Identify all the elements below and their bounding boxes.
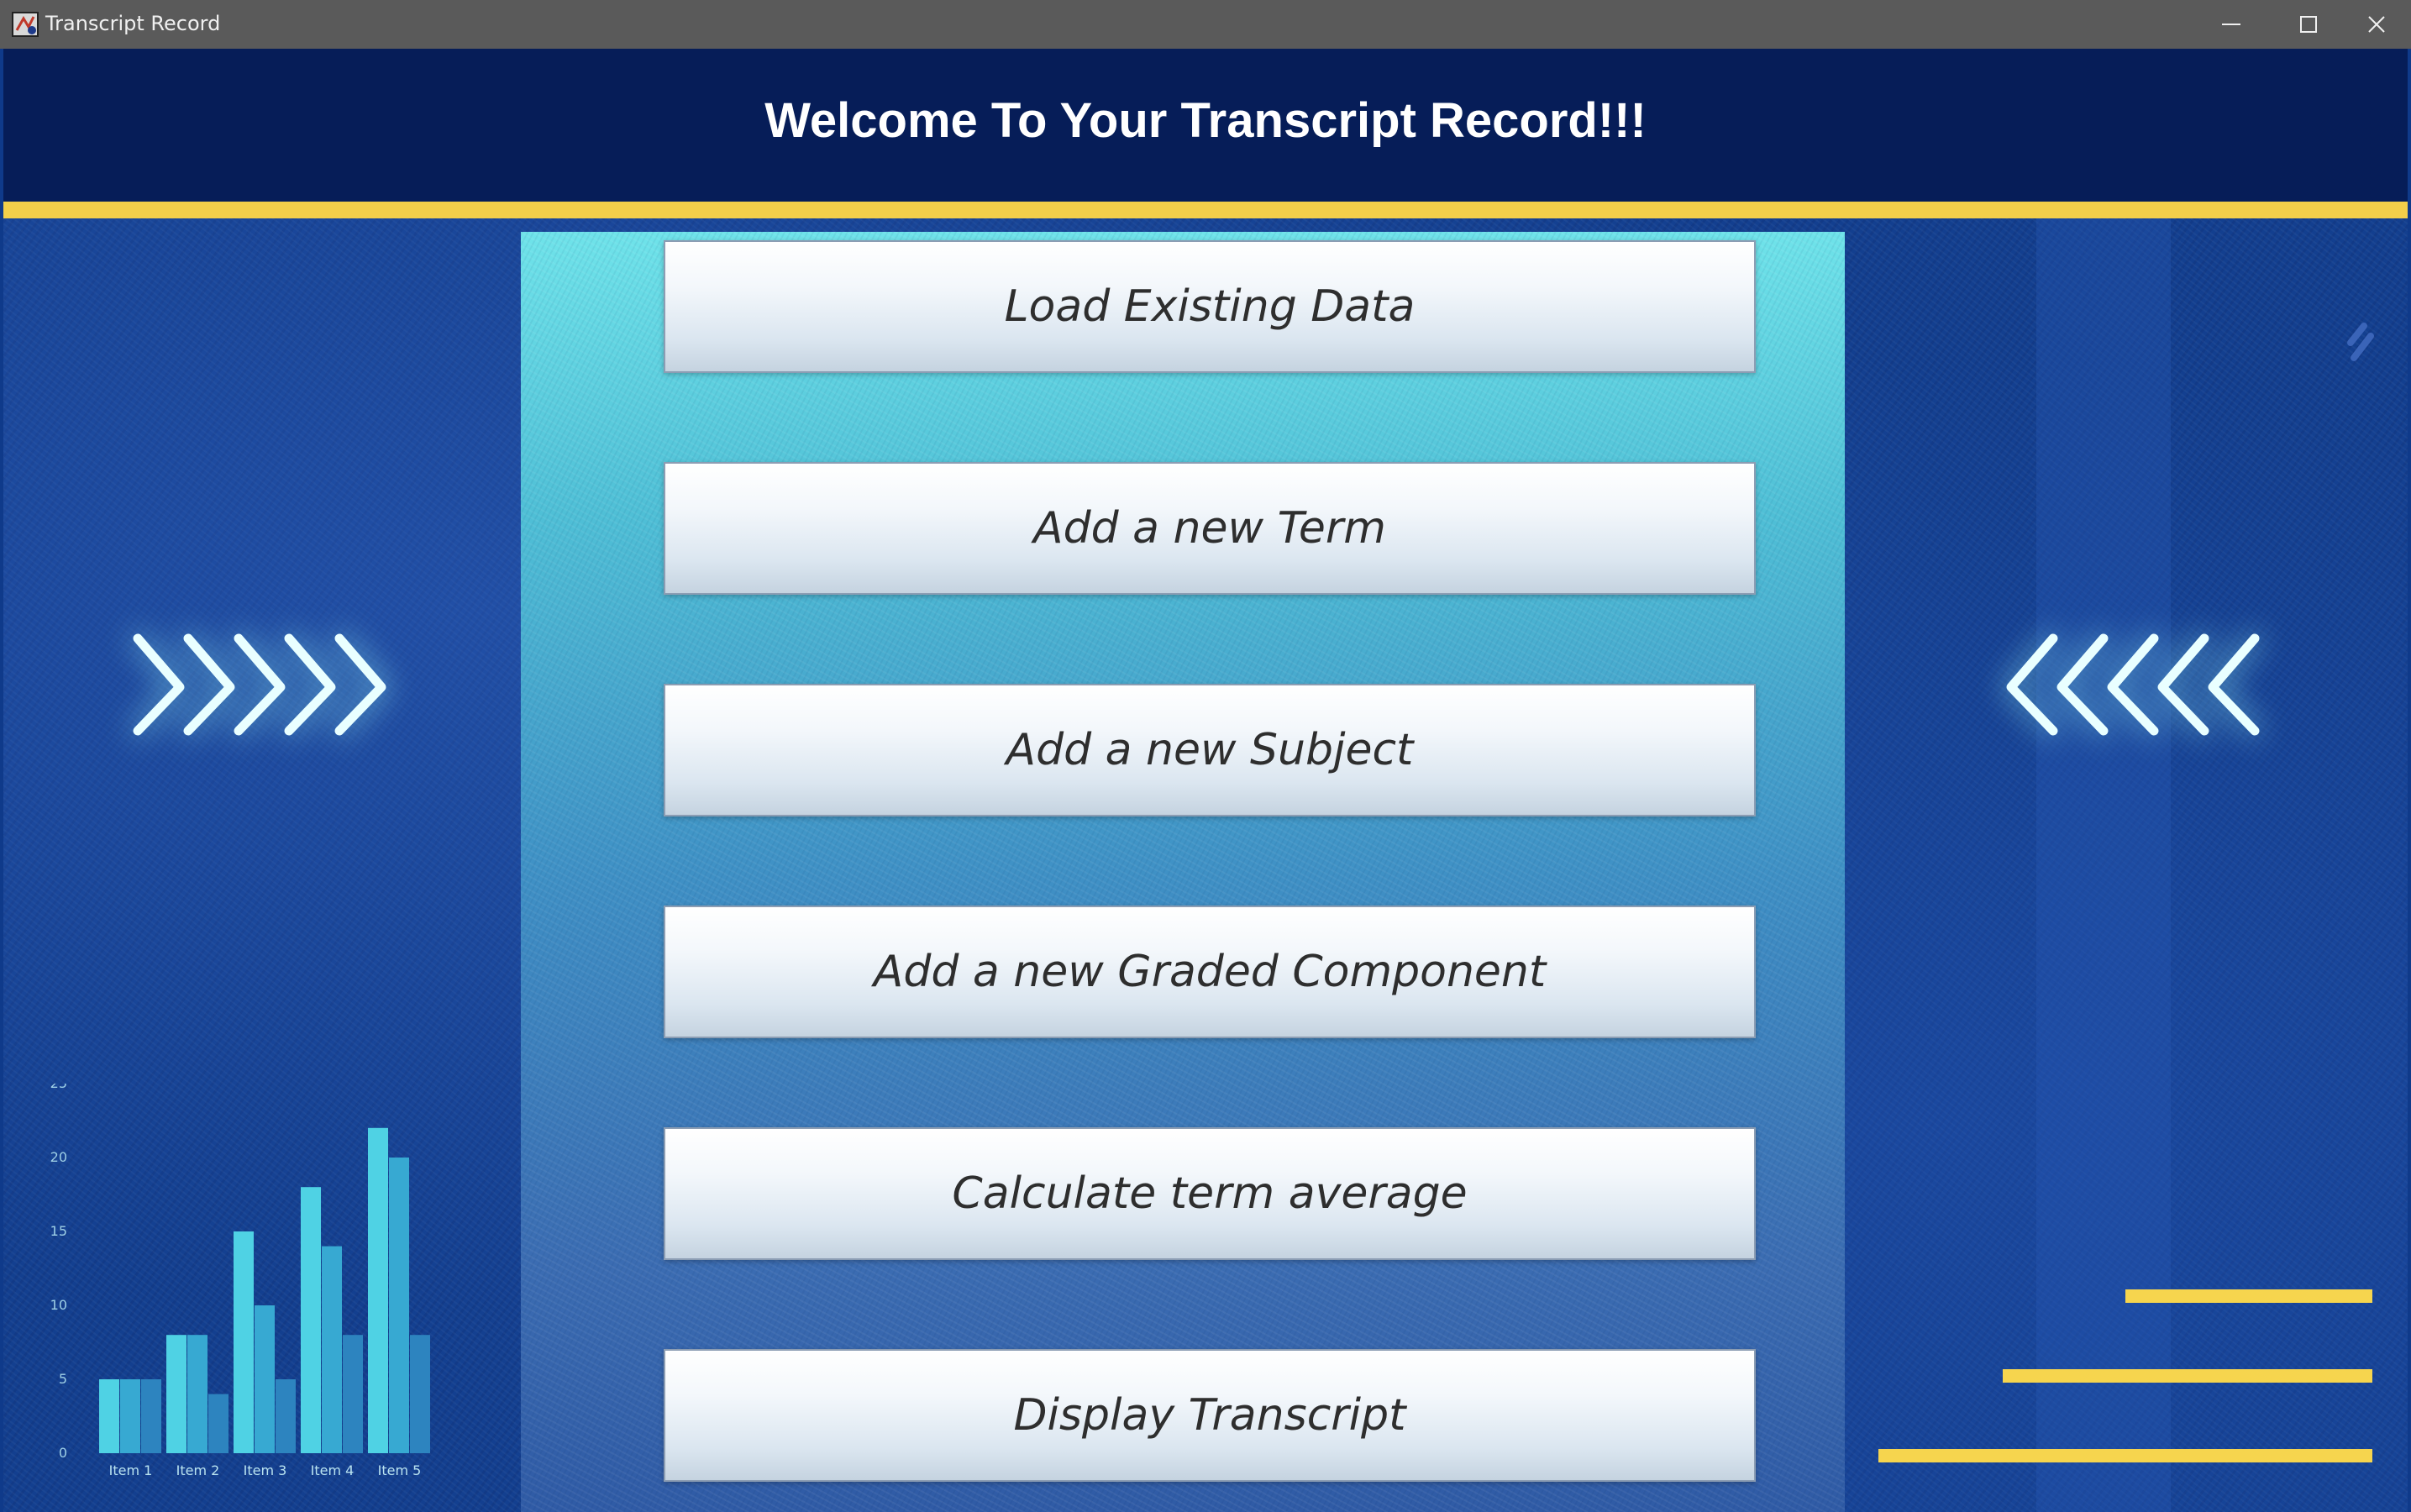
header-divider — [3, 202, 2408, 218]
chevrons-left-icon — [2006, 633, 2260, 736]
button-label: Load Existing Data — [1004, 281, 1416, 332]
add-graded-component-button[interactable]: Add a new Graded Component — [664, 906, 1756, 1038]
maximize-icon — [2300, 16, 2317, 33]
header-banner: Welcome To Your Transcript Record!!! — [3, 49, 2408, 202]
chevron-right-decoration — [121, 588, 440, 781]
yellow-line-3 — [1878, 1449, 2372, 1462]
chart-bar — [208, 1394, 228, 1453]
chevrons-right-icon — [133, 633, 386, 736]
y-tick-label: 10 — [50, 1297, 67, 1313]
window-title-bar[interactable]: Transcript Record — [0, 0, 2411, 49]
chart-bar — [187, 1335, 207, 1453]
chart-bar — [389, 1158, 409, 1453]
yellow-line-1 — [2125, 1289, 2372, 1303]
slash-decoration-icon — [2347, 323, 2374, 361]
x-tick-label: Item 3 — [244, 1462, 287, 1478]
chart-bar — [322, 1246, 342, 1453]
y-tick-label: 15 — [50, 1223, 67, 1239]
y-tick-label: 5 — [59, 1371, 67, 1387]
chart-bar — [276, 1379, 296, 1453]
maximize-button[interactable] — [2270, 0, 2347, 49]
bar-chart: 0 5 10 15 20 25 Item 1 Item 2 Item 3 Item 4 Item 5 — [50, 1084, 430, 1478]
chart-bar — [343, 1335, 363, 1453]
x-tick-label: Item 1 — [109, 1462, 153, 1478]
background-band — [2036, 218, 2171, 1512]
minimize-icon — [2222, 24, 2240, 25]
chevron-left-decoration — [1986, 588, 2305, 781]
yellow-line-2 — [2003, 1369, 2372, 1383]
center-panel — [521, 232, 1845, 1512]
main-content: 0 5 10 15 20 25 Item 1 Item 2 Item 3 Item 4 Item 5 — [3, 218, 2408, 1512]
window-title: Transcript Record — [45, 12, 221, 35]
load-existing-data-button[interactable]: Load Existing Data — [664, 240, 1756, 373]
chart-bar — [166, 1335, 186, 1453]
y-tick-label: 25 — [50, 1084, 67, 1091]
button-label: Calculate term average — [952, 1168, 1468, 1219]
chart-bar — [368, 1127, 388, 1453]
button-label: Add a new Graded Component — [873, 947, 1547, 997]
add-new-term-button[interactable]: Add a new Term — [664, 462, 1756, 595]
chart-bar — [99, 1379, 119, 1453]
chart-bar — [301, 1187, 321, 1453]
button-label: Display Transcript — [1013, 1390, 1406, 1441]
add-new-subject-button[interactable]: Add a new Subject — [664, 684, 1756, 816]
y-tick-label: 20 — [50, 1149, 67, 1165]
close-button[interactable] — [2347, 0, 2411, 49]
x-tick-label: Item 4 — [311, 1462, 355, 1478]
display-transcript-button[interactable]: Display Transcript — [664, 1349, 1756, 1482]
x-tick-label: Item 2 — [176, 1462, 220, 1478]
close-icon — [2368, 16, 2385, 33]
x-tick-label: Item 5 — [378, 1462, 422, 1478]
page-title: Welcome To Your Transcript Record!!! — [764, 93, 1647, 148]
calculate-term-average-button[interactable]: Calculate term average — [664, 1127, 1756, 1260]
y-tick-label: 0 — [59, 1445, 67, 1461]
chart-bar — [120, 1379, 140, 1453]
chart-bar — [234, 1231, 254, 1453]
minimize-button[interactable] — [2193, 0, 2270, 49]
button-label: Add a new Subject — [1006, 725, 1414, 775]
app-icon — [12, 12, 39, 37]
chart-bar — [255, 1305, 275, 1453]
chart-bar — [141, 1379, 161, 1453]
chart-bar — [410, 1335, 430, 1453]
button-label: Add a new Term — [1033, 503, 1386, 554]
